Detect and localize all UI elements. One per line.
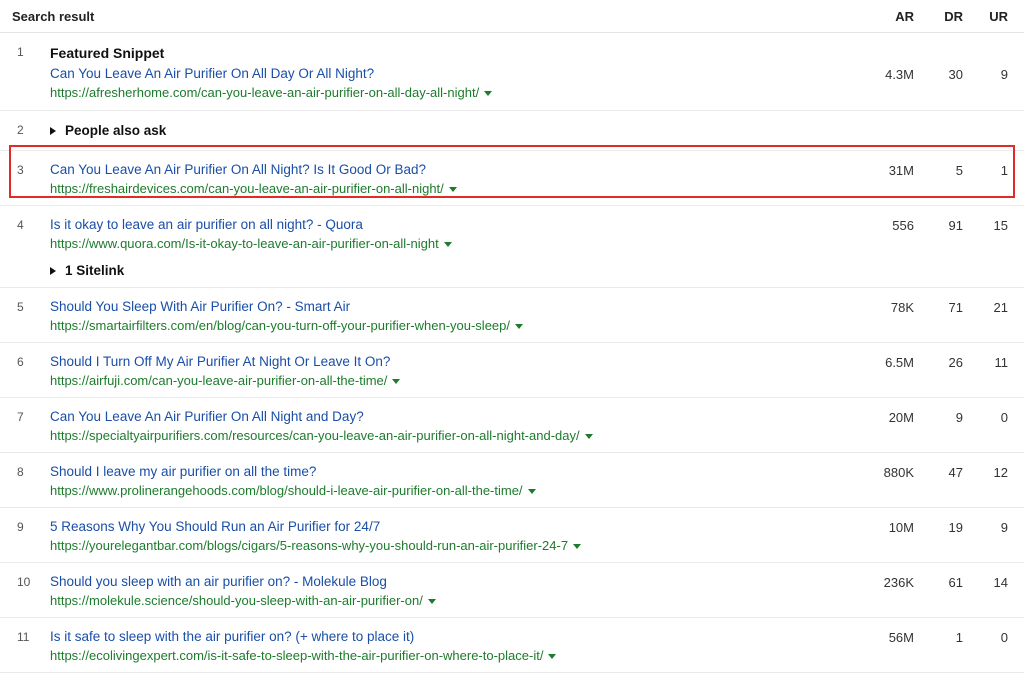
result-title-link[interactable]: Is it okay to leave an air purifier on a… <box>50 216 884 234</box>
row-position: 8 <box>17 465 24 479</box>
table-row: 11 Is it safe to sleep with the air puri… <box>0 618 1024 673</box>
row-position: 4 <box>17 218 24 232</box>
result-url-link[interactable]: https://smartairfilters.com/en/blog/can-… <box>50 318 510 333</box>
ur-value: 0 <box>1000 410 1008 425</box>
sitelink-toggle[interactable]: 1 Sitelink <box>50 261 884 281</box>
table-row: 7 Can You Leave An Air Purifier On All N… <box>0 398 1024 453</box>
dr-value: 30 <box>948 67 963 82</box>
chevron-down-icon[interactable] <box>515 324 523 330</box>
row-position: 7 <box>17 410 24 424</box>
ur-value: 9 <box>1000 67 1008 82</box>
dr-value: 5 <box>955 163 963 178</box>
chevron-down-icon[interactable] <box>484 91 493 97</box>
table-row: 4 Is it okay to leave an air purifier on… <box>0 206 1024 288</box>
result-url-link[interactable]: https://yourelegantbar.com/blogs/cigars/… <box>50 538 568 553</box>
chevron-down-icon[interactable] <box>548 654 557 660</box>
result-url-link[interactable]: https://molekule.science/should-you-slee… <box>50 593 423 608</box>
result-title-link[interactable]: Can You Leave An Air Purifier On All Day… <box>50 65 884 83</box>
result-url-link[interactable]: https://specialtyairpurifiers.com/resour… <box>50 428 580 443</box>
header-dr[interactable]: DR <box>944 9 963 24</box>
result-url-link[interactable]: https://afresherhome.com/can-you-leave-a… <box>50 85 479 100</box>
dr-value: 47 <box>948 465 963 480</box>
result-title-link[interactable]: Can You Leave An Air Purifier On All Nig… <box>50 161 884 179</box>
table-row: 3 Can You Leave An Air Purifier On All N… <box>0 151 1024 206</box>
result-title-link[interactable]: Can You Leave An Air Purifier On All Nig… <box>50 408 884 426</box>
result-url-link[interactable]: https://airfuji.com/can-you-leave-air-pu… <box>50 373 387 388</box>
people-also-ask-label: People also ask <box>65 123 167 138</box>
table-header: Search result AR DR UR <box>0 0 1024 33</box>
ar-value: 236K <box>883 575 914 590</box>
result-title-link[interactable]: Should You Sleep With Air Purifier On? -… <box>50 298 884 316</box>
dr-value: 9 <box>955 410 963 425</box>
featured-snippet-label: Featured Snippet <box>50 45 165 61</box>
table-row: 8 Should I leave my air purifier on all … <box>0 453 1024 508</box>
result-title-link[interactable]: Is it safe to sleep with the air purifie… <box>50 628 884 646</box>
chevron-down-icon[interactable] <box>573 544 582 550</box>
row-position: 3 <box>17 163 24 177</box>
table-row: 10 Should you sleep with an air purifier… <box>0 563 1024 618</box>
row-position: 9 <box>17 520 24 534</box>
ur-value: 9 <box>1000 520 1008 535</box>
triangle-right-icon <box>50 127 56 136</box>
ar-value: 20M <box>888 410 914 425</box>
ur-value: 0 <box>1000 630 1008 645</box>
serp-results-table: Search result AR DR UR 1 Featured Snippe… <box>0 0 1024 673</box>
result-title-link[interactable]: Should I Turn Off My Air Purifier At Nig… <box>50 353 884 371</box>
row-position: 5 <box>17 300 24 314</box>
result-url-link[interactable]: https://ecolivingexpert.com/is-it-safe-t… <box>50 648 543 663</box>
ur-value: 15 <box>993 218 1008 233</box>
table-row: 5 Should You Sleep With Air Purifier On?… <box>0 288 1024 343</box>
chevron-down-icon[interactable] <box>443 242 452 248</box>
ar-value: 880K <box>883 465 914 480</box>
ar-value: 556 <box>892 218 914 233</box>
row-position: 10 <box>17 575 31 589</box>
ar-value: 31M <box>888 163 914 178</box>
result-url-link[interactable]: https://freshairdevices.com/can-you-leav… <box>50 181 444 196</box>
chevron-down-icon[interactable] <box>527 489 536 495</box>
ar-value: 6.5M <box>885 355 914 370</box>
table-row: 1 Featured Snippet Can You Leave An Air … <box>0 33 1024 111</box>
result-title-link[interactable]: 5 Reasons Why You Should Run an Air Puri… <box>50 518 884 536</box>
triangle-right-icon <box>50 267 56 276</box>
result-url-link[interactable]: https://www.prolinerangehoods.com/blog/s… <box>50 483 523 498</box>
row-position: 6 <box>17 355 24 369</box>
chevron-down-icon[interactable] <box>448 187 457 193</box>
ar-value: 56M <box>888 630 914 645</box>
dr-value: 19 <box>948 520 963 535</box>
header-search-result: Search result <box>12 9 95 24</box>
sitelink-label: 1 Sitelink <box>65 263 125 278</box>
header-ar[interactable]: AR <box>895 9 914 24</box>
table-row: 2 People also ask <box>0 111 1024 151</box>
ur-value: 1 <box>1000 163 1008 178</box>
result-title-link[interactable]: Should you sleep with an air purifier on… <box>50 573 884 591</box>
ur-value: 14 <box>993 575 1008 590</box>
dr-value: 71 <box>948 300 963 315</box>
dr-value: 61 <box>948 575 963 590</box>
dr-value: 26 <box>948 355 963 370</box>
chevron-down-icon[interactable] <box>392 379 401 385</box>
row-position: 1 <box>17 45 24 59</box>
ar-value: 10M <box>888 520 914 535</box>
ur-value: 12 <box>993 465 1008 480</box>
dr-value: 1 <box>955 630 963 645</box>
table-row: 6 Should I Turn Off My Air Purifier At N… <box>0 343 1024 398</box>
chevron-down-icon[interactable] <box>427 599 436 605</box>
ur-value: 11 <box>994 355 1009 370</box>
chevron-down-icon[interactable] <box>584 434 593 440</box>
ar-value: 78K <box>890 300 914 315</box>
result-title-link[interactable]: Should I leave my air purifier on all th… <box>50 463 884 481</box>
table-row: 9 5 Reasons Why You Should Run an Air Pu… <box>0 508 1024 563</box>
people-also-ask-toggle[interactable]: People also ask <box>50 121 884 141</box>
result-url-link[interactable]: https://www.quora.com/Is-it-okay-to-leav… <box>50 236 439 251</box>
header-ur[interactable]: UR <box>989 9 1008 24</box>
ur-value: 21 <box>993 300 1008 315</box>
row-position: 11 <box>17 630 30 644</box>
ar-value: 4.3M <box>885 67 914 82</box>
row-position: 2 <box>17 123 24 137</box>
dr-value: 91 <box>948 218 963 233</box>
